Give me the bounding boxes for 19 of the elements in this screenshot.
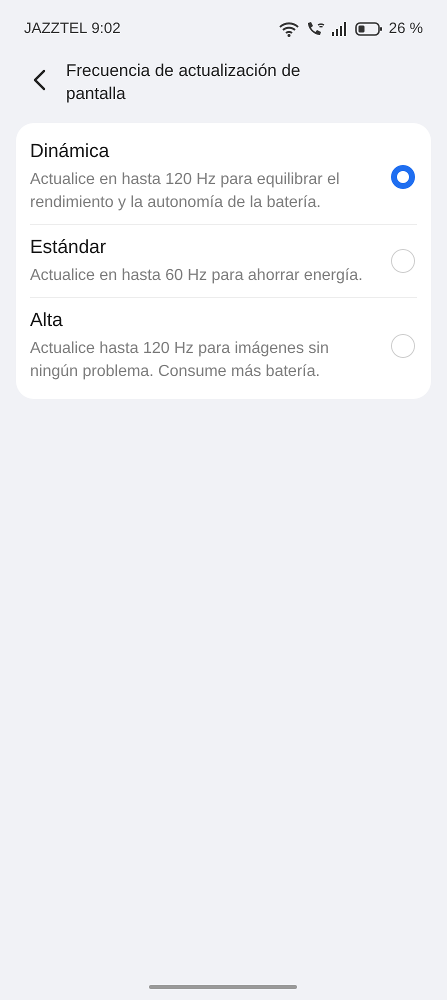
back-button[interactable]: [32, 69, 46, 91]
option-description: Actualice en hasta 60 Hz para ahorrar energía.: [30, 266, 364, 286]
option-title: Alta: [30, 309, 64, 333]
refresh-rate-option[interactable]: Dinámica Actualice en hasta 120 Hz para equilibrar el rendimiento y la autonomía de la batería.: [30, 129, 417, 224]
battery-percentage: 26 %: [388, 18, 423, 39]
page-title: Frecuencia de actualización de pantalla: [66, 60, 302, 105]
option-title: Estándar: [30, 236, 108, 260]
clock-time: 9:02: [91, 18, 121, 39]
radio-button[interactable]: [391, 164, 415, 188]
option-description: Actualice en hasta 120 Hz para equilibrar el rendimiento y la autonomía de la batería.: [30, 170, 341, 213]
back-icon: [32, 69, 46, 91]
wifi-icon: [278, 21, 299, 37]
option-title: Dinámica: [30, 140, 110, 164]
refresh-rate-option[interactable]: Alta Actualice hasta 120 Hz para imágenes sin ningún problema. Consume más batería.: [30, 297, 417, 393]
battery-icon: [354, 22, 383, 36]
refresh-rate-option[interactable]: Estándar Actualice en hasta 60 Hz para ahorrar energía.: [30, 224, 417, 297]
option-description: Actualice hasta 120 Hz para imágenes sin ningún problema. Consume más batería.: [30, 339, 330, 382]
carrier-name: JAZZTEL: [24, 18, 88, 39]
signal-icon: [330, 22, 349, 36]
